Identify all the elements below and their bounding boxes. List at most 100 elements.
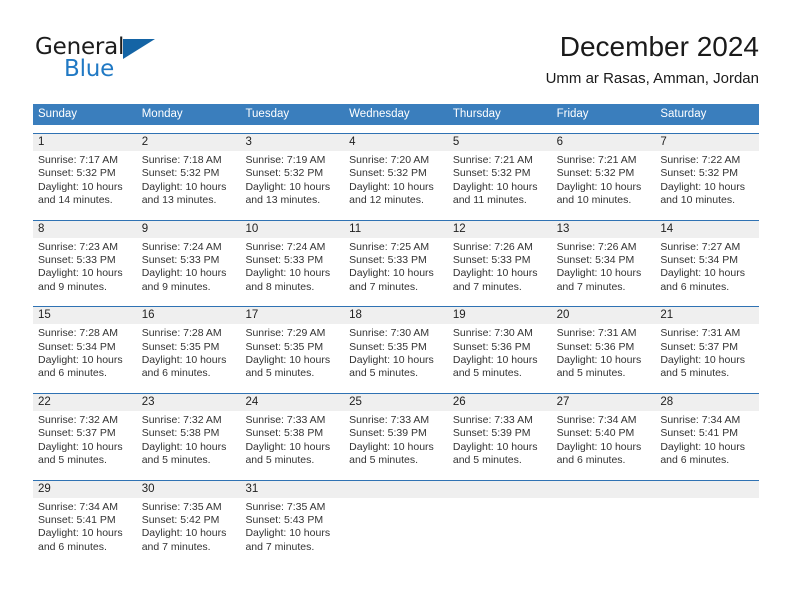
day-number[interactable]: 5 [448,134,552,151]
sunset-text: Sunset: 5:33 PM [452,254,531,267]
day-number[interactable]: 22 [33,394,137,411]
day-number-band: 8 9 10 11 12 13 14 [33,220,759,238]
sunrise-text: Sunrise: 7:35 AM [245,500,326,513]
sunrise-text: Sunrise: 7:34 AM [38,500,118,513]
day-cell[interactable]: Sunrise: 7:35 AM Sunset: 5:43 PM Dayligh… [240,498,344,559]
day-number-empty [655,481,759,498]
day-number[interactable]: 12 [448,221,552,238]
day-number[interactable]: 9 [137,221,241,238]
day-cell[interactable]: Sunrise: 7:30 AM Sunset: 5:35 PM Dayligh… [344,324,448,385]
sunset-text: Sunset: 5:32 PM [349,167,427,180]
day-cell[interactable]: Sunrise: 7:30 AM Sunset: 5:36 PM Dayligh… [448,324,552,385]
day-cell[interactable]: Sunrise: 7:26 AM Sunset: 5:33 PM Dayligh… [448,238,552,299]
day-number[interactable]: 19 [448,307,552,324]
day-cell[interactable]: Sunrise: 7:34 AM Sunset: 5:41 PM Dayligh… [33,498,137,559]
day-cell[interactable]: Sunrise: 7:33 AM Sunset: 5:38 PM Dayligh… [240,411,344,472]
day-number[interactable]: 3 [240,134,344,151]
sunset-text: Sunset: 5:32 PM [245,167,324,180]
day-number[interactable]: 7 [655,134,759,151]
sunrise-text: Sunrise: 7:27 AM [660,240,741,253]
daylight-text-cont: and 6 minutes. [660,280,730,293]
daylight-text-cont: and 10 minutes. [556,194,632,207]
day-number[interactable]: 25 [344,394,448,411]
sunrise-text: Sunrise: 7:34 AM [556,413,637,426]
sunset-text: Sunset: 5:40 PM [556,427,635,440]
day-number[interactable]: 27 [552,394,656,411]
sunrise-text: Sunrise: 7:28 AM [38,327,118,340]
sunrise-text: Sunrise: 7:30 AM [452,327,533,340]
day-number[interactable]: 6 [552,134,656,151]
daylight-text-cont: and 5 minutes. [452,367,522,380]
daylight-text: Daylight: 10 hours [452,440,538,453]
day-number[interactable]: 13 [552,221,656,238]
day-cell[interactable]: Sunrise: 7:32 AM Sunset: 5:38 PM Dayligh… [137,411,241,472]
sunrise-text: Sunrise: 7:20 AM [349,154,430,166]
day-cell[interactable]: Sunrise: 7:34 AM Sunset: 5:41 PM Dayligh… [655,411,759,472]
day-number[interactable]: 18 [344,307,448,324]
daylight-text-cont: and 5 minutes. [349,367,419,380]
day-number[interactable]: 24 [240,394,344,411]
day-number[interactable]: 4 [344,134,448,151]
day-number[interactable]: 17 [240,307,344,324]
day-cell[interactable]: Sunrise: 7:31 AM Sunset: 5:36 PM Dayligh… [552,324,656,385]
day-cell[interactable]: Sunrise: 7:22 AM Sunset: 5:32 PM Dayligh… [655,151,759,212]
sunrise-text: Sunrise: 7:30 AM [349,327,430,340]
day-number[interactable]: 29 [33,481,137,498]
week-row: 29 30 31 Sunrise: 7:34 AM Sunset: 5:41 P… [33,479,759,559]
day-number[interactable]: 20 [552,307,656,324]
day-number[interactable]: 15 [33,307,137,324]
day-cell[interactable]: Sunrise: 7:20 AM Sunset: 5:32 PM Dayligh… [344,151,448,212]
sunset-text: Sunset: 5:33 PM [349,254,427,267]
sunset-text: Sunset: 5:32 PM [141,167,220,180]
day-number[interactable]: 8 [33,221,137,238]
day-cell[interactable]: Sunrise: 7:31 AM Sunset: 5:37 PM Dayligh… [655,324,759,385]
day-number[interactable]: 21 [655,307,759,324]
day-cell[interactable]: Sunrise: 7:23 AM Sunset: 5:33 PM Dayligh… [33,238,137,299]
day-cell[interactable]: Sunrise: 7:34 AM Sunset: 5:40 PM Dayligh… [552,411,656,472]
day-number[interactable]: 16 [137,307,241,324]
day-cell[interactable]: Sunrise: 7:35 AM Sunset: 5:42 PM Dayligh… [137,498,241,559]
day-cell[interactable]: Sunrise: 7:26 AM Sunset: 5:34 PM Dayligh… [552,238,656,299]
day-cell[interactable]: Sunrise: 7:29 AM Sunset: 5:35 PM Dayligh… [240,324,344,385]
daylight-text-cont: and 5 minutes. [245,367,315,380]
day-number[interactable]: 23 [137,394,241,411]
daylight-text-cont: and 6 minutes. [660,454,730,467]
sunrise-text: Sunrise: 7:24 AM [141,240,222,253]
day-number[interactable]: 11 [344,221,448,238]
day-cell[interactable]: Sunrise: 7:25 AM Sunset: 5:33 PM Dayligh… [344,238,448,299]
daylight-text-cont: and 11 minutes. [452,194,527,207]
sunrise-text: Sunrise: 7:33 AM [245,413,326,426]
daylight-text-cont: and 5 minutes. [660,367,730,380]
daylight-text: Daylight: 10 hours [38,440,123,453]
day-cell[interactable]: Sunrise: 7:18 AM Sunset: 5:32 PM Dayligh… [137,151,241,212]
day-cell[interactable]: Sunrise: 7:27 AM Sunset: 5:34 PM Dayligh… [655,238,759,299]
day-cell[interactable]: Sunrise: 7:19 AM Sunset: 5:32 PM Dayligh… [240,151,344,212]
day-cell[interactable]: Sunrise: 7:28 AM Sunset: 5:34 PM Dayligh… [33,324,137,385]
day-cell[interactable]: Sunrise: 7:32 AM Sunset: 5:37 PM Dayligh… [33,411,137,472]
day-cell[interactable]: Sunrise: 7:24 AM Sunset: 5:33 PM Dayligh… [240,238,344,299]
weekday-header-saturday: Saturday [660,108,707,120]
day-cell[interactable]: Sunrise: 7:17 AM Sunset: 5:32 PM Dayligh… [33,151,137,212]
daylight-text-cont: and 13 minutes. [245,194,321,207]
day-cell[interactable]: Sunrise: 7:33 AM Sunset: 5:39 PM Dayligh… [448,411,552,472]
day-cell[interactable]: Sunrise: 7:28 AM Sunset: 5:35 PM Dayligh… [137,324,241,385]
sunrise-text: Sunrise: 7:25 AM [349,240,430,253]
day-number[interactable]: 28 [655,394,759,411]
day-cell[interactable]: Sunrise: 7:24 AM Sunset: 5:33 PM Dayligh… [137,238,241,299]
daylight-text-cont: and 12 minutes. [349,194,424,207]
day-cell[interactable]: Sunrise: 7:33 AM Sunset: 5:39 PM Dayligh… [344,411,448,472]
day-cell[interactable]: Sunrise: 7:21 AM Sunset: 5:32 PM Dayligh… [552,151,656,212]
day-number[interactable]: 31 [240,481,344,498]
weekday-header-row: Sunday Monday Tuesday Wednesday Thursday… [33,104,759,125]
day-number[interactable]: 14 [655,221,759,238]
day-number[interactable]: 2 [137,134,241,151]
day-number[interactable]: 26 [448,394,552,411]
day-number[interactable]: 30 [137,481,241,498]
sunrise-text: Sunrise: 7:33 AM [349,413,430,426]
day-number[interactable]: 10 [240,221,344,238]
daylight-text: Daylight: 10 hours [452,354,538,367]
daylight-text: Daylight: 10 hours [556,354,642,367]
day-number[interactable]: 1 [33,134,137,151]
week-row: 22 23 24 25 26 27 28 Sunrise: 7:32 AM Su… [33,392,759,472]
day-cell[interactable]: Sunrise: 7:21 AM Sunset: 5:32 PM Dayligh… [448,151,552,212]
